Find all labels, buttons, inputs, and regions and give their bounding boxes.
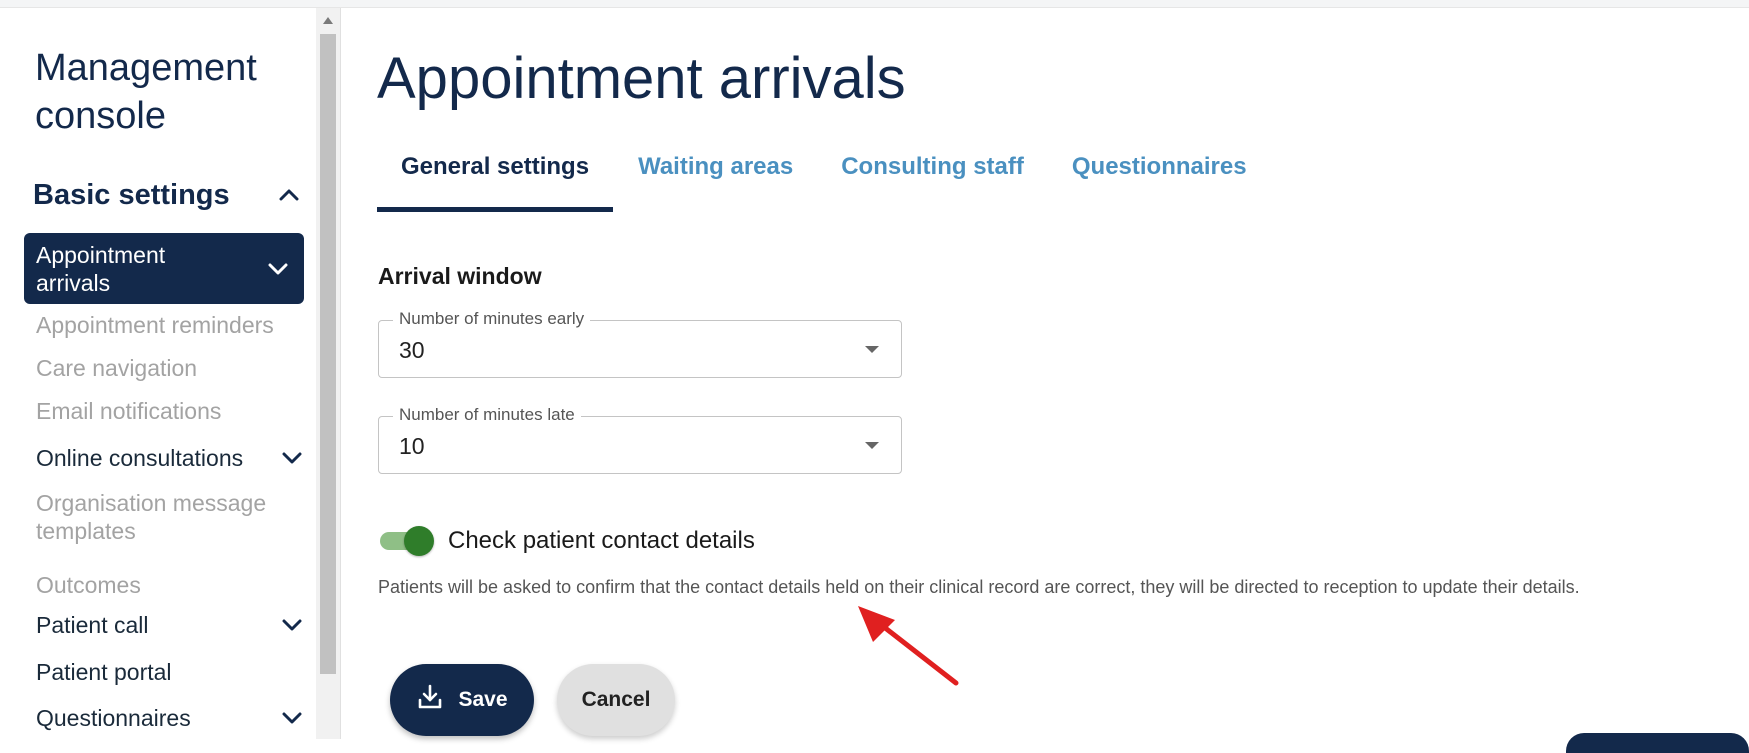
tab-waiting-areas[interactable]: Waiting areas <box>613 141 817 207</box>
tab-consulting-staff[interactable]: Consulting staff <box>817 141 1048 207</box>
cancel-button[interactable]: Cancel <box>557 664 675 736</box>
sidebar-item-label: Appointment reminders <box>36 312 274 338</box>
sidebar-item-care-navigation[interactable]: Care navigation <box>36 354 306 382</box>
chevron-down-icon <box>278 704 306 732</box>
sidebar: Management console Basic settings Appoin… <box>0 8 316 739</box>
minutes-early-select[interactable]: Number of minutes early 30 <box>378 309 902 378</box>
sidebar-item-patient-portal[interactable]: Patient portal <box>36 658 306 686</box>
save-button-label: Save <box>458 688 508 711</box>
sidebar-item-organisation-message-templates[interactable]: Organisation message templates <box>36 489 286 545</box>
dropdown-caret-icon <box>865 442 879 449</box>
sidebar-item-outcomes[interactable]: Outcomes <box>36 571 306 599</box>
check-contact-details-toggle[interactable] <box>378 525 438 557</box>
minutes-late-select[interactable]: Number of minutes late 10 <box>378 405 902 474</box>
sidebar-item-patient-call[interactable]: Patient call <box>36 611 306 639</box>
dropdown-caret-icon <box>865 346 879 353</box>
sidebar-item-label: Questionnaires <box>36 705 191 731</box>
toggle-knob <box>404 526 434 556</box>
sidebar-item-appointment-arrivals[interactable]: Appointment arrivals <box>24 233 304 304</box>
top-border <box>0 0 1749 8</box>
sidebar-item-label: Outcomes <box>36 572 141 598</box>
minutes-early-label: Number of minutes early <box>393 309 591 329</box>
console-title: Management console <box>35 47 257 137</box>
save-button[interactable]: Save <box>390 664 534 736</box>
tab-questionnaires[interactable]: Questionnaires <box>1048 141 1271 207</box>
arrival-window-heading: Arrival window <box>378 263 542 289</box>
minutes-late-value: 10 <box>399 433 425 459</box>
check-contact-details-help: Patients will be asked to confirm that t… <box>378 577 1580 597</box>
sidebar-item-appointment-reminders[interactable]: Appointment reminders <box>36 311 306 339</box>
cancel-button-label: Cancel <box>581 688 651 711</box>
chevron-down-icon <box>278 444 306 472</box>
floating-button-edge[interactable] <box>1566 733 1749 753</box>
sidebar-scrollbar[interactable] <box>316 8 341 739</box>
sidebar-item-label: Online consultations <box>36 445 244 471</box>
section-basic-settings[interactable]: Basic settings <box>33 174 303 216</box>
scroll-up-arrow-icon[interactable] <box>316 8 340 32</box>
page-title: Appointment arrivals <box>377 46 906 111</box>
section-label: Basic settings <box>33 178 230 211</box>
tab-general-settings[interactable]: General settings <box>377 141 614 212</box>
scrollbar-thumb[interactable] <box>320 34 336 674</box>
chevron-down-icon <box>278 611 306 639</box>
chevron-down-icon <box>264 255 292 283</box>
sidebar-item-label: Appointment arrivals <box>36 241 166 296</box>
sidebar-item-label: Patient call <box>36 612 149 638</box>
minutes-early-value: 30 <box>399 337 425 363</box>
sidebar-item-email-notifications[interactable]: Email notifications <box>36 397 306 425</box>
main-content: Appointment arrivals General settings Wa… <box>341 8 1749 739</box>
sidebar-item-label: Email notifications <box>36 398 222 424</box>
chevron-up-icon <box>275 181 303 209</box>
sidebar-item-online-consultations[interactable]: Online consultations <box>36 444 306 472</box>
sidebar-item-label: Care navigation <box>36 355 198 381</box>
check-contact-details-label: Check patient contact details <box>448 527 755 554</box>
sidebar-item-label: Patient portal <box>36 659 172 685</box>
download-icon <box>416 683 444 717</box>
sidebar-item-label: Organisation message templates <box>36 490 267 544</box>
minutes-late-label: Number of minutes late <box>393 405 581 425</box>
sidebar-item-questionnaires[interactable]: Questionnaires <box>36 704 306 732</box>
tab-bar: General settings Waiting areas Consultin… <box>377 141 1271 212</box>
